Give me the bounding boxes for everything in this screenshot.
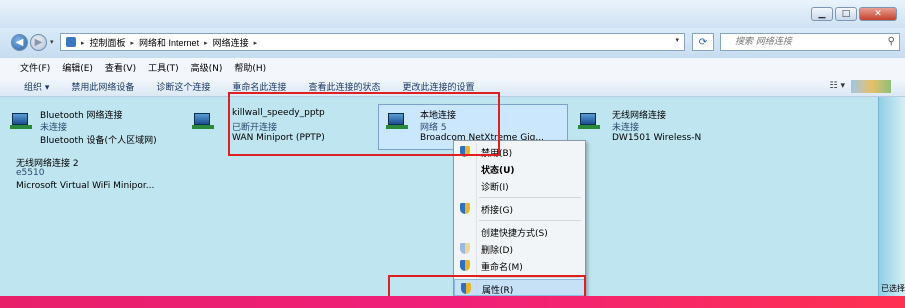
- menu-item-status[interactable]: 状态(U): [454, 160, 585, 177]
- breadcrumb-separator-icon[interactable]: ▸: [131, 39, 135, 47]
- menu-item-label: 状态(U): [481, 166, 515, 176]
- menu-item-label: 创建快捷方式(S): [481, 229, 548, 239]
- wireless-network-icon: [578, 112, 600, 130]
- menu-view[interactable]: 查看(V): [105, 61, 136, 74]
- breadcrumb-separator-icon[interactable]: ▸: [254, 39, 258, 47]
- menu-advanced[interactable]: 高级(N): [191, 61, 223, 74]
- bottom-band: [0, 296, 905, 308]
- breadcrumb-separator-icon[interactable]: ▸: [81, 39, 85, 47]
- connection-status: 未连接: [40, 123, 68, 133]
- menu-bar: 文件(F) 编辑(E) 查看(V) 工具(T) 高级(N) 帮助(H): [0, 58, 905, 77]
- address-row: ◀ ▶ ▾ ▸ 控制面板 ▸ 网络和 Internet ▸ 网络连接 ▸ ▾ ⟳…: [0, 28, 905, 58]
- breadcrumb: ▸ 控制面板 ▸ 网络和 Internet ▸ 网络连接 ▸: [81, 36, 257, 49]
- menu-item-diagnose[interactable]: 诊断(I): [454, 177, 585, 194]
- menu-divider: [479, 220, 581, 221]
- maximize-button[interactable]: □: [835, 7, 857, 21]
- search-icon[interactable]: ⚲: [888, 36, 895, 47]
- menu-item-label: 重命名(M): [481, 263, 523, 273]
- connection-status: e5510: [16, 168, 45, 178]
- close-button[interactable]: ✕: [859, 7, 897, 21]
- disable-device-button[interactable]: 禁用此网络设备: [71, 80, 134, 93]
- address-dropdown-icon[interactable]: ▾: [675, 36, 679, 44]
- menu-help[interactable]: 帮助(H): [234, 61, 266, 74]
- menu-file[interactable]: 文件(F): [20, 61, 50, 74]
- search-input[interactable]: [735, 36, 875, 48]
- right-pane: 已选择: [878, 97, 905, 296]
- forward-button[interactable]: ▶: [30, 34, 47, 51]
- uac-shield-icon: [460, 260, 470, 271]
- control-panel-icon: [66, 37, 76, 47]
- change-view-icon[interactable]: ☷ ▾: [830, 81, 845, 91]
- menu-item-rename[interactable]: 重命名(M): [454, 257, 585, 274]
- preview-pane-button[interactable]: [851, 80, 891, 93]
- organize-button[interactable]: 组织 ▾: [24, 80, 49, 93]
- breadcrumb-separator-icon[interactable]: ▸: [204, 39, 208, 47]
- menu-item-label: 删除(D): [481, 246, 513, 256]
- bluetooth-network-icon: [10, 112, 32, 130]
- menu-edit[interactable]: 编辑(E): [62, 61, 93, 74]
- right-pane-label: 已选择: [881, 284, 905, 293]
- connection-device: Bluetooth 设备(个人区域网): [40, 136, 157, 146]
- uac-shield-icon: [460, 243, 470, 254]
- minimize-button[interactable]: ▁: [811, 7, 833, 21]
- window-controls: ▁ □ ✕: [811, 7, 897, 21]
- title-bar: ▁ □ ✕: [0, 0, 905, 28]
- back-button[interactable]: ◀: [11, 34, 28, 51]
- connection-device: DW1501 Wireless-N: [612, 133, 702, 143]
- uac-shield-icon: [460, 203, 470, 214]
- breadcrumb-item[interactable]: 网络和 Internet: [139, 36, 199, 49]
- connection-device: Microsoft Virtual WiFi Minipor...: [16, 181, 155, 191]
- recent-pages-dropdown-icon[interactable]: ▾: [50, 38, 54, 46]
- menu-item-label: 诊断(I): [481, 183, 509, 193]
- diagnose-button[interactable]: 诊断这个连接: [156, 80, 210, 93]
- breadcrumb-item[interactable]: 控制面板: [90, 36, 126, 49]
- connection-status: 未连接: [612, 123, 640, 133]
- menu-item-delete[interactable]: 删除(D): [454, 240, 585, 257]
- menu-divider: [479, 197, 581, 198]
- address-bar[interactable]: ▸ 控制面板 ▸ 网络和 Internet ▸ 网络连接 ▸ ▾: [60, 33, 685, 51]
- annotation-box-connections: [228, 92, 500, 156]
- vpn-network-icon: [192, 112, 214, 130]
- menu-item-bridge[interactable]: 桥接(G): [454, 200, 585, 217]
- menu-item-create-shortcut[interactable]: 创建快捷方式(S): [454, 223, 585, 240]
- refresh-button[interactable]: ⟳: [692, 33, 714, 51]
- breadcrumb-item[interactable]: 网络连接: [213, 36, 249, 49]
- menu-item-label: 桥接(G): [481, 206, 513, 216]
- menu-tools[interactable]: 工具(T): [148, 61, 179, 74]
- search-box[interactable]: ⚲: [720, 33, 900, 51]
